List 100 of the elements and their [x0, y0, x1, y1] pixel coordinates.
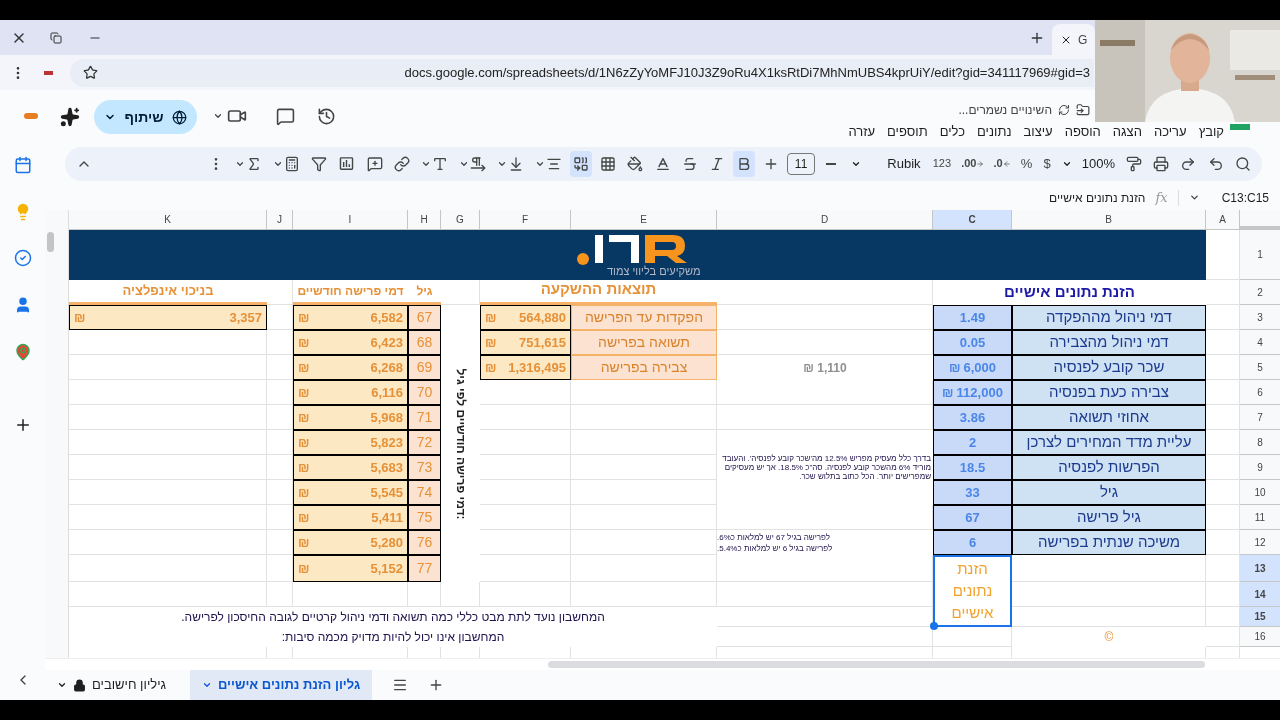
empty-cell[interactable] — [267, 582, 293, 607]
empty-cell[interactable] — [441, 582, 480, 607]
empty-cell[interactable] — [69, 530, 267, 555]
sheet-tab[interactable]: גליון הזנת נתונים אישיים — [190, 670, 373, 700]
number-format-button[interactable]: 123 — [929, 155, 954, 172]
row-header[interactable]: 13 — [1240, 555, 1280, 582]
sheet-list-icon[interactable] — [392, 677, 409, 693]
menu-item[interactable]: הצגה — [1112, 124, 1142, 139]
move-icon[interactable] — [1076, 103, 1090, 117]
bold-button[interactable] — [732, 150, 755, 177]
empty-cell[interactable] — [571, 582, 717, 607]
empty-cell[interactable] — [480, 505, 571, 530]
decimal-button[interactable]: .00 — [959, 155, 987, 172]
menu-item[interactable]: הוספה — [1064, 124, 1101, 139]
empty-cell[interactable] — [480, 480, 571, 505]
row-header[interactable]: 10 — [1240, 480, 1280, 505]
map-pin-icon[interactable] — [13, 343, 32, 361]
row-header[interactable]: 16 — [1240, 627, 1280, 647]
tasks-icon[interactable] — [13, 249, 32, 267]
empty-cell[interactable] — [69, 430, 267, 455]
column-header[interactable]: D — [717, 210, 933, 230]
empty-cell[interactable] — [571, 555, 717, 582]
empty-cell[interactable] — [480, 582, 571, 607]
sparkle-icon[interactable] — [60, 107, 80, 127]
column-header[interactable]: A — [1206, 210, 1240, 230]
empty-cell[interactable] — [69, 405, 267, 430]
empty-cell[interactable] — [571, 455, 717, 480]
column-header[interactable]: G — [441, 210, 480, 230]
row-header[interactable]: 12 — [1240, 530, 1280, 555]
font-size-field[interactable]: 11 — [787, 152, 816, 175]
empty-cell[interactable] — [69, 480, 267, 505]
row-header[interactable]: 2 — [1240, 280, 1280, 305]
empty-cell[interactable] — [480, 430, 571, 455]
caret-icon[interactable] — [1188, 192, 1200, 203]
menu-item[interactable]: תוספים — [887, 124, 928, 139]
empty-cell[interactable] — [717, 607, 933, 627]
empty-cell[interactable] — [571, 430, 717, 455]
history-icon[interactable] — [317, 107, 336, 126]
decimal-button[interactable]: .0 — [991, 155, 1013, 172]
share-button[interactable]: שיתוף — [94, 100, 197, 134]
scrollbar-thumb[interactable] — [548, 661, 1205, 668]
empty-cell[interactable] — [571, 480, 717, 505]
empty-cell[interactable] — [480, 455, 571, 480]
empty-cell[interactable] — [69, 455, 267, 480]
menu-item[interactable]: עזרה — [848, 124, 876, 139]
row-header[interactable]: 8 — [1240, 430, 1280, 455]
zoom-dropdown[interactable]: 100% — [1058, 153, 1119, 174]
empty-cell[interactable] — [571, 505, 717, 530]
row-header[interactable]: 3 — [1240, 305, 1280, 330]
currency-button[interactable]: $ — [1040, 153, 1054, 174]
row-header[interactable]: 5 — [1240, 355, 1280, 380]
column-header[interactable]: I — [293, 210, 408, 230]
comment-icon[interactable] — [276, 107, 295, 126]
column-header[interactable]: C — [933, 210, 1012, 230]
empty-cell[interactable] — [1012, 582, 1206, 607]
row-header[interactable]: 7 — [1240, 405, 1280, 430]
empty-cell[interactable] — [1012, 607, 1206, 627]
empty-cell[interactable] — [69, 380, 267, 405]
menu-item[interactable]: עיצוב — [1023, 124, 1053, 139]
column-header[interactable]: K — [69, 210, 267, 230]
empty-cell[interactable] — [717, 627, 933, 647]
calendar-icon[interactable] — [13, 156, 32, 174]
empty-cell[interactable] — [571, 530, 717, 555]
row-header[interactable]: 4 — [1240, 330, 1280, 355]
empty-cell[interactable] — [69, 555, 267, 582]
menu-item[interactable]: כלים — [939, 124, 966, 139]
bookmark-icon[interactable] — [83, 65, 98, 80]
column-header[interactable]: B — [1012, 210, 1206, 230]
fill-handle[interactable] — [930, 622, 938, 630]
percent-button[interactable]: % — [1017, 153, 1036, 174]
merge-button[interactable] — [570, 150, 593, 177]
row-header[interactable]: 1 — [1240, 230, 1280, 280]
restore-icon[interactable] — [50, 31, 62, 44]
empty-cell[interactable] — [69, 505, 267, 530]
empty-cell[interactable] — [480, 405, 571, 430]
select-all-button[interactable] — [1240, 210, 1280, 230]
empty-cell[interactable] — [69, 355, 267, 380]
empty-cell[interactable] — [717, 555, 933, 582]
empty-cell[interactable] — [480, 530, 571, 555]
column-header[interactable]: J — [267, 210, 293, 230]
menu-item[interactable]: קובץ — [1198, 124, 1224, 139]
scrollbar-thumb[interactable] — [47, 232, 54, 252]
column-header[interactable]: F — [480, 210, 571, 230]
menu-item[interactable]: נתונים — [977, 124, 1012, 139]
browser-tab[interactable]: G — [1052, 24, 1095, 55]
column-header[interactable]: H — [408, 210, 441, 230]
row-header[interactable]: 14 — [1240, 582, 1280, 607]
row-header[interactable]: 9 — [1240, 455, 1280, 480]
font-dropdown[interactable]: Rubik — [847, 153, 925, 174]
menu-item[interactable]: עריכה — [1153, 124, 1187, 139]
cell-reference[interactable]: C13:C15 — [1221, 188, 1269, 207]
row-header[interactable]: 11 — [1240, 505, 1280, 530]
sheet-tab[interactable]: גיליון חישובים — [45, 670, 178, 700]
row-header[interactable]: 15 — [1240, 607, 1280, 627]
empty-cell[interactable] — [571, 405, 717, 430]
column-header[interactable]: E — [571, 210, 717, 230]
address-bar[interactable]: docs.google.com/spreadsheets/d/1N6zZyYoMFJ10J3Z9oRu4X1ksRtDi7MhNmUBS4kprUiY/edit?gid=341117969#gid=3 — [70, 58, 1094, 87]
empty-cell[interactable] — [480, 555, 571, 582]
empty-cell[interactable] — [69, 582, 267, 607]
row-header[interactable]: 6 — [1240, 380, 1280, 405]
